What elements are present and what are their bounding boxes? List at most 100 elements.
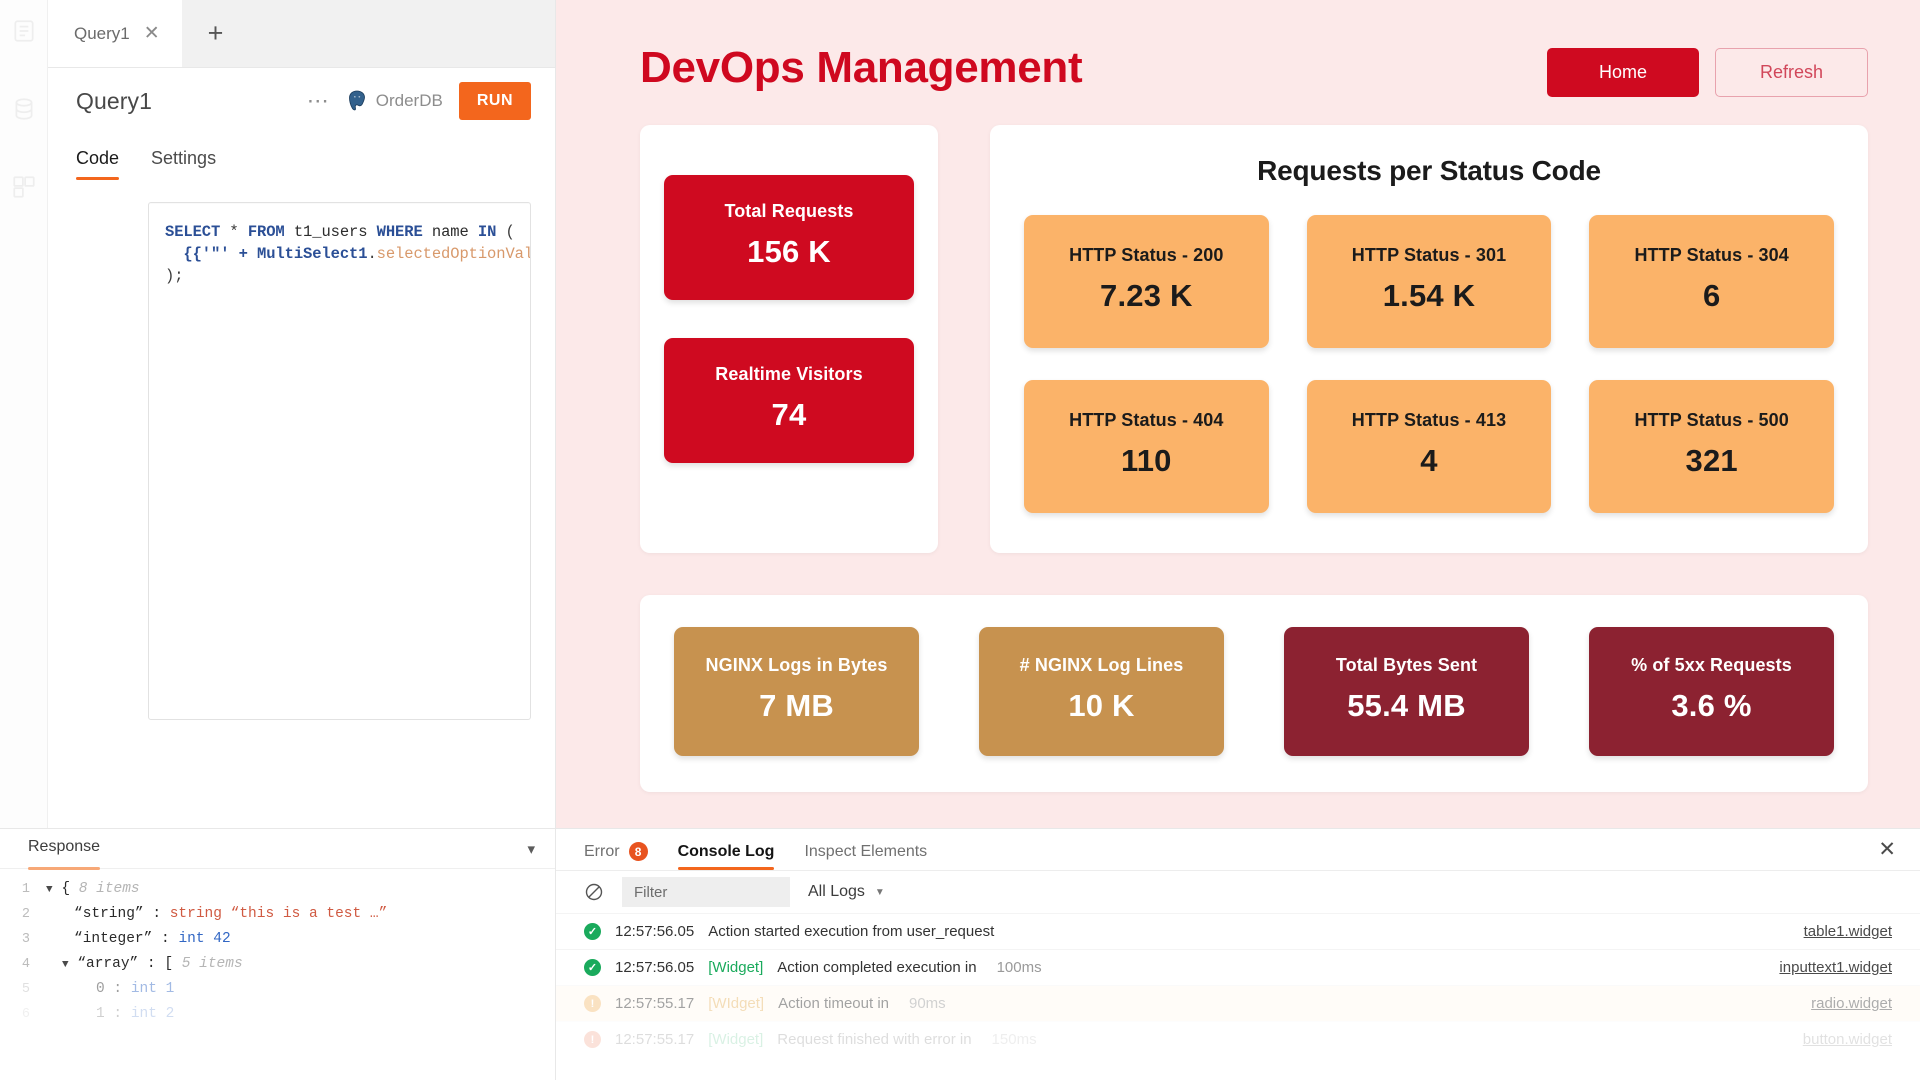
stat-card-pct-5xx-requests[interactable]: % of 5xx Requests 3.6 % [1589,627,1834,756]
log-source[interactable]: inputtext1.widget [1779,959,1892,976]
tab-settings[interactable]: Settings [151,148,232,180]
line-number: 3 [0,927,30,952]
line-number: 1 [0,877,30,902]
stat-label: HTTP Status - 500 [1599,410,1824,431]
console-filter-bar: All Logs ▼ [556,871,1920,913]
json-type: int [131,981,157,997]
stat-card-http-301[interactable]: HTTP Status - 301 1.54 K [1307,215,1552,348]
page-icon[interactable] [11,18,37,44]
log-tag: [Widget] [708,1031,763,1048]
json-value: 1 [157,981,174,997]
chevron-down-icon[interactable]: ▾ [527,840,535,858]
stat-card-total-requests[interactable]: Total Requests 156 K [664,175,914,300]
sql-code-editor[interactable]: SELECT * FROM t1_users WHERE name IN ( {… [148,202,531,720]
json-content: ▼ “array” : [ 5 items [30,952,243,978]
collapse-arrow-icon[interactable]: ▼ [62,959,69,971]
stat-value: 74 [676,397,902,433]
tab-inspect-elements[interactable]: Inspect Elements [804,843,927,870]
tab-code[interactable]: Code [76,148,135,180]
query-tab-label: Query1 [74,24,130,44]
log-tag: [Widget] [708,959,763,976]
dashboard-row-1: Total Requests 156 K Realtime Visitors 7… [640,125,1868,553]
log-duration: 150ms [992,1031,1037,1048]
stat-card-nginx-logs-bytes[interactable]: NGINX Logs in Bytes 7 MB [674,627,919,756]
stat-value: 156 K [676,234,902,270]
datasource-selector[interactable]: OrderDB [347,90,443,112]
sql-keyword-select: SELECT [165,223,220,241]
query-header: Query1 ⋯ OrderDB RUN [48,68,555,134]
close-icon[interactable]: ✕ [1878,839,1896,860]
log-level-select[interactable]: All Logs ▼ [808,883,885,901]
stat-card-http-500[interactable]: HTTP Status - 500 321 [1589,380,1834,513]
log-row[interactable]: ! 12:57:55.17 [Widget] Request finished … [556,1021,1920,1057]
log-source[interactable]: radio.widget [1811,995,1892,1012]
lower-region: Response ▾ 1 ▼ { 8 items 2 “string” : st… [0,828,1920,1080]
stat-card-http-200[interactable]: HTTP Status - 200 7.23 K [1024,215,1269,348]
stat-value: 110 [1034,443,1259,479]
datasource-name: OrderDB [376,91,443,111]
status-code-panel: Requests per Status Code HTTP Status - 2… [990,125,1868,553]
json-response-viewer[interactable]: 1 ▼ { 8 items 2 “string” : string “this … [0,869,555,1080]
log-message: Action timeout in [778,995,889,1012]
binding-property: selectedOptionValues [377,245,531,263]
json-item-count: 5 items [182,956,243,972]
plus-icon[interactable]: + [182,0,250,67]
json-row: 4 ▼ “array” : [ 5 items [0,952,555,977]
database-icon[interactable] [11,96,37,122]
response-tab[interactable]: Response [28,838,100,860]
response-pane: Response ▾ 1 ▼ { 8 items 2 “string” : st… [0,829,556,1080]
caret-down-icon: ▼ [875,887,885,898]
sql-column: name [423,223,478,241]
stat-card-total-bytes-sent[interactable]: Total Bytes Sent 55.4 MB [1284,627,1529,756]
refresh-button[interactable]: Refresh [1715,48,1868,97]
query-tabstrip: Query1 ✕ + [48,0,555,68]
postgres-icon [347,90,367,112]
log-timestamp: 12:57:55.17 [615,1031,694,1048]
home-button[interactable]: Home [1547,48,1699,97]
json-content: ▼ { 8 items [30,877,140,903]
sql-keyword-where: WHERE [377,223,423,241]
log-row[interactable]: ✓ 12:57:56.05 [Widget] Action completed … [556,949,1920,985]
ellipsis-icon[interactable]: ⋯ [307,95,331,107]
json-key: “integer” [74,931,152,947]
status-card-grid: HTTP Status - 200 7.23 K HTTP Status - 3… [1024,215,1834,513]
close-icon[interactable]: ✕ [144,24,160,43]
stat-label: HTTP Status - 301 [1317,245,1542,266]
log-row[interactable]: ! 12:57:55.17 [WIdget] Action timeout in… [556,985,1920,1021]
tab-error[interactable]: Error 8 [584,842,648,870]
query-editor-pane: Query1 ✕ + Query1 ⋯ [48,0,556,828]
no-entry-icon[interactable] [584,882,604,902]
console-log-list: ✓ 12:57:56.05 Action started execution f… [556,913,1920,1080]
filter-input[interactable] [622,877,790,907]
query-tab[interactable]: Query1 ✕ [48,0,182,67]
log-row[interactable]: ✓ 12:57:56.05 Action started execution f… [556,913,1920,949]
json-row: 6 1 : int 2 [0,1002,555,1027]
stat-card-realtime-visitors[interactable]: Realtime Visitors 74 [664,338,914,463]
error-circle-icon: ! [584,1031,601,1048]
stat-card-nginx-log-lines[interactable]: # NGINX Log Lines 10 K [979,627,1224,756]
json-item-count: 8 items [79,881,140,897]
json-sep: : [152,931,178,947]
tab-console-log[interactable]: Console Log [678,843,775,870]
log-level-value: All Logs [808,883,865,901]
stat-card-http-404[interactable]: HTTP Status - 404 110 [1024,380,1269,513]
json-row: 5 0 : int 1 [0,977,555,1002]
log-timestamp: 12:57:56.05 [615,959,694,976]
page-title: DevOps Management [640,34,1082,92]
log-source[interactable]: table1.widget [1804,923,1892,940]
json-brace: { [61,881,78,897]
stat-card-http-413[interactable]: HTTP Status - 413 4 [1307,380,1552,513]
log-timestamp: 12:57:55.17 [615,995,694,1012]
log-source[interactable]: button.widget [1803,1031,1892,1048]
json-content: 1 : int 2 [30,1002,174,1027]
sql-keyword-from: FROM [248,223,285,241]
stat-label: HTTP Status - 200 [1034,245,1259,266]
metrics-grid: NGINX Logs in Bytes 7 MB # NGINX Log Lin… [674,627,1834,756]
collapse-arrow-icon[interactable]: ▼ [46,884,53,896]
run-button[interactable]: RUN [459,82,531,120]
log-message: Request finished with error in [777,1031,971,1048]
metrics-panel: NGINX Logs in Bytes 7 MB # NGINX Log Lin… [640,595,1868,792]
widget-icon[interactable] [11,174,37,200]
json-content: 0 : int 1 [30,977,174,1002]
stat-card-http-304[interactable]: HTTP Status - 304 6 [1589,215,1834,348]
